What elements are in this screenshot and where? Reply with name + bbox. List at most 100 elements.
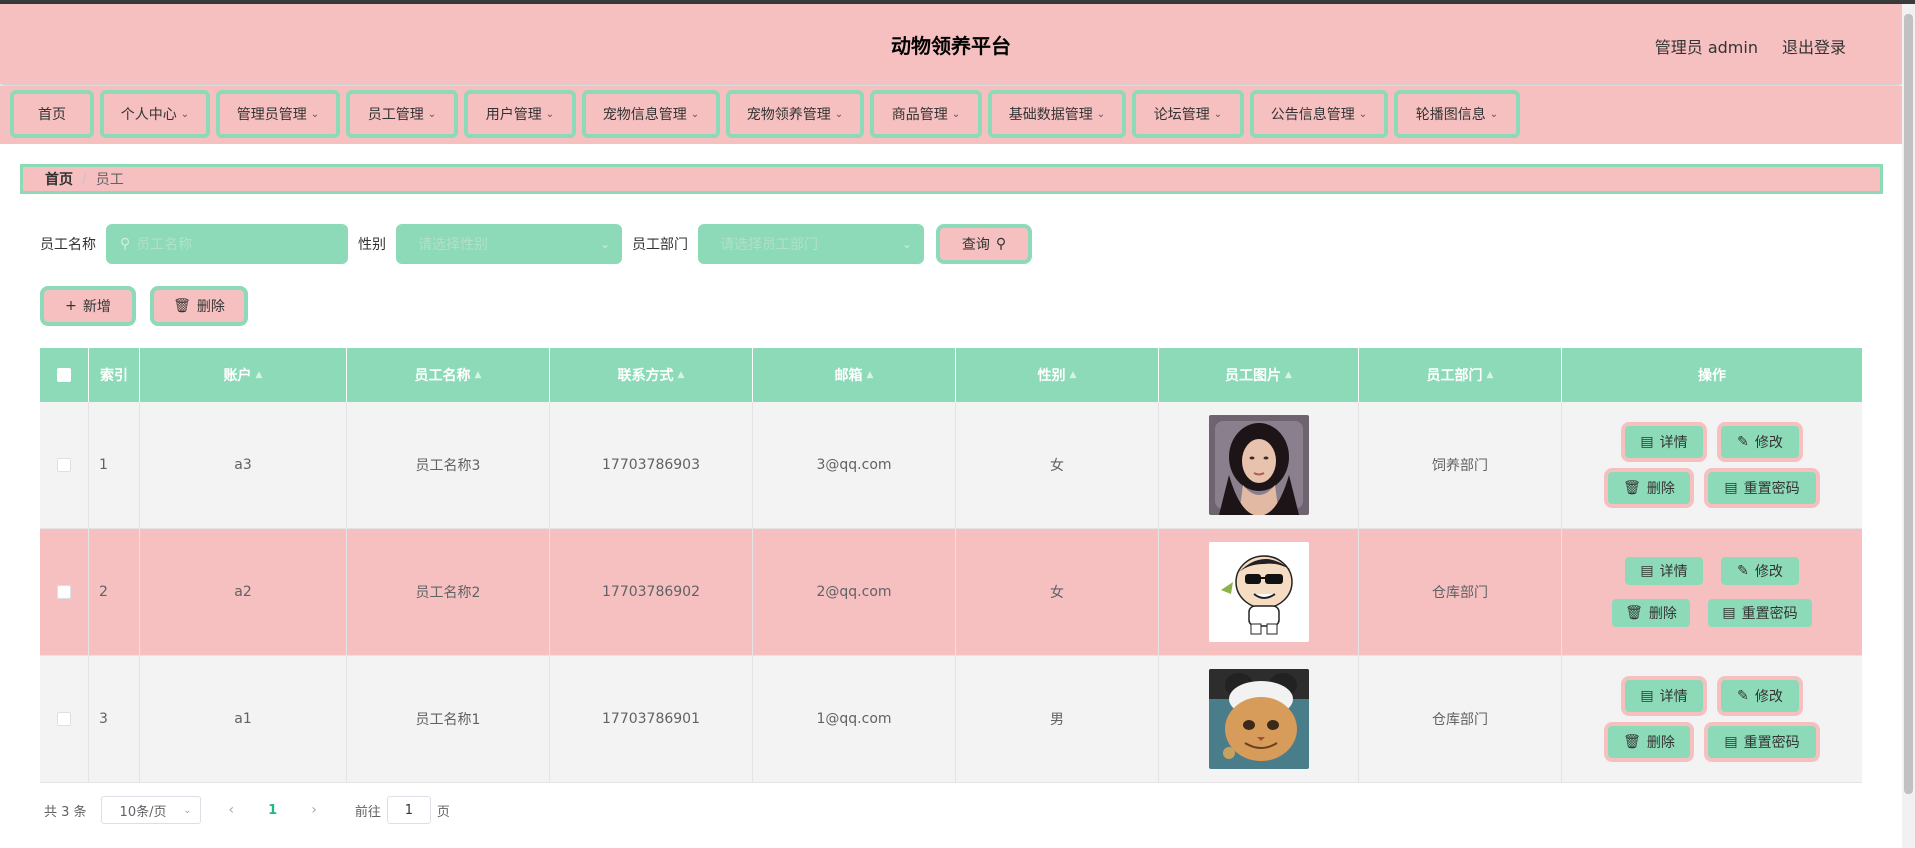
col-label: 员工部门 bbox=[1426, 368, 1483, 384]
row-checkbox[interactable] bbox=[57, 585, 71, 599]
detail-label: 详情 bbox=[1659, 435, 1688, 451]
nav-staff-management[interactable]: 员工管理 ⌄ bbox=[346, 90, 458, 138]
staff-photo-woman[interactable] bbox=[1208, 415, 1309, 515]
row-checkbox[interactable] bbox=[57, 712, 71, 726]
nav-personal-center[interactable]: 个人中心 ⌄ bbox=[100, 90, 210, 138]
col-staff-image[interactable]: 员工图片 ▲ bbox=[1159, 348, 1359, 402]
goto-page-input[interactable]: 1 bbox=[386, 796, 431, 824]
chevron-down-icon: ⌄ bbox=[901, 237, 912, 251]
delete-label: 删除 bbox=[1646, 735, 1675, 751]
nav-pet-info-management[interactable]: 宠物信息管理 ⌄ bbox=[582, 90, 720, 138]
delete-label: 删除 bbox=[196, 299, 225, 315]
edit-button[interactable]: ✎ 修改 bbox=[1717, 676, 1803, 716]
delete-button[interactable]: 🗑 删除 bbox=[1604, 468, 1694, 508]
page-size-value: 10条/页 bbox=[119, 804, 167, 820]
chevron-down-icon: ⌄ bbox=[834, 108, 844, 120]
bulk-delete-button[interactable]: 🗑 删除 bbox=[150, 286, 248, 326]
reset-password-button[interactable]: ▤ 重置密码 bbox=[1704, 595, 1816, 631]
edit-label: 修改 bbox=[1754, 435, 1783, 451]
cell-operations: ▤ 详情 ✎ 修改 🗑 删除 ▤ 重置密码 bbox=[1562, 656, 1862, 782]
delete-button[interactable]: 🗑 删除 bbox=[1608, 595, 1694, 631]
chevron-down-icon: ⌄ bbox=[1358, 108, 1368, 120]
next-page-icon[interactable]: › bbox=[311, 802, 317, 818]
logout-link[interactable]: 退出登录 bbox=[1782, 34, 1846, 58]
page-size-select[interactable]: 10条/页 ⌄ bbox=[100, 796, 201, 824]
reset-password-button[interactable]: ▤ 重置密码 bbox=[1704, 722, 1820, 762]
cell-email: 1@qq.com bbox=[753, 656, 956, 782]
row-checkbox[interactable] bbox=[57, 458, 71, 472]
reset-password-button[interactable]: ▤ 重置密码 bbox=[1704, 468, 1820, 508]
col-gender[interactable]: 性别 ▲ bbox=[956, 348, 1159, 402]
cell-account: a3 bbox=[140, 402, 347, 528]
chevron-down-icon: ⌄ bbox=[545, 108, 555, 120]
detail-button[interactable]: ▤ 详情 bbox=[1621, 422, 1707, 462]
app-header: 动物领养平台 管理员 admin 退出登录 bbox=[0, 4, 1902, 84]
cell-staff-image bbox=[1159, 529, 1359, 655]
sort-icon: ▲ bbox=[1486, 370, 1494, 380]
page-number[interactable]: 1 bbox=[268, 803, 277, 818]
col-staff-name[interactable]: 员工名称 ▲ bbox=[347, 348, 550, 402]
col-account[interactable]: 账户 ▲ bbox=[140, 348, 347, 402]
col-index: 索引 bbox=[89, 348, 140, 402]
breadcrumb-home[interactable]: 首页 bbox=[45, 169, 73, 189]
cell-staff-name: 员工名称1 bbox=[347, 656, 550, 782]
page-scrollbar[interactable] bbox=[1902, 4, 1915, 848]
row-select-cell bbox=[40, 402, 89, 528]
edit-label: 修改 bbox=[1754, 689, 1783, 705]
edit-label: 修改 bbox=[1754, 564, 1783, 580]
breadcrumb-current: 员工 bbox=[95, 172, 124, 188]
row-actions: ▤ 详情 ✎ 修改 🗑 删除 ▤ 重置密码 bbox=[1608, 553, 1816, 631]
gender-select[interactable]: 请选择性别 ⌄ bbox=[396, 224, 622, 264]
query-button[interactable]: 查询 ⚲ bbox=[936, 224, 1032, 264]
nav-label: 宠物领养管理 bbox=[746, 107, 831, 123]
add-button[interactable]: + 新增 bbox=[40, 286, 136, 326]
chevron-down-icon: ⌄ bbox=[1213, 108, 1223, 120]
nav-notice-management[interactable]: 公告信息管理 ⌄ bbox=[1250, 90, 1388, 138]
reset-label: 重置密码 bbox=[1741, 606, 1798, 622]
edit-button[interactable]: ✎ 修改 bbox=[1717, 553, 1803, 589]
cell-staff-image bbox=[1159, 402, 1359, 528]
prev-page-icon[interactable]: ‹ bbox=[229, 802, 235, 818]
search-icon: ⚲ bbox=[995, 236, 1007, 252]
department-select[interactable]: 请选择员工部门 ⌄ bbox=[698, 224, 924, 264]
nav-label: 个人中心 bbox=[120, 107, 177, 123]
select-all-cell bbox=[40, 348, 89, 402]
col-department[interactable]: 员工部门 ▲ bbox=[1359, 348, 1562, 402]
row-actions: ▤ 详情 ✎ 修改 🗑 删除 ▤ 重置密码 bbox=[1604, 676, 1820, 762]
row-actions-top: ▤ 详情 ✎ 修改 bbox=[1621, 422, 1803, 462]
nav-label: 宠物信息管理 bbox=[602, 107, 687, 123]
staff-photo-cartoon[interactable] bbox=[1208, 542, 1309, 642]
nav-label: 公告信息管理 bbox=[1270, 107, 1355, 123]
detail-button[interactable]: ▤ 详情 bbox=[1621, 553, 1707, 589]
nav-user-management[interactable]: 用户管理 ⌄ bbox=[464, 90, 576, 138]
cell-department: 仓库部门 bbox=[1359, 656, 1562, 782]
app-title: 动物领养平台 bbox=[891, 34, 1011, 58]
detail-button[interactable]: ▤ 详情 bbox=[1621, 676, 1707, 716]
select-all-checkbox[interactable] bbox=[57, 368, 71, 382]
document-icon: ▤ bbox=[1640, 688, 1654, 704]
trash-icon: 🗑 bbox=[1623, 734, 1641, 750]
edit-button[interactable]: ✎ 修改 bbox=[1717, 422, 1803, 462]
cell-phone: 17703786901 bbox=[550, 656, 753, 782]
staff-name-input[interactable]: ⚲ 员工名称 bbox=[106, 224, 348, 264]
cartoon-boy-image bbox=[1208, 542, 1309, 642]
delete-button[interactable]: 🗑 删除 bbox=[1604, 722, 1694, 762]
scrollbar-thumb[interactable] bbox=[1904, 14, 1913, 794]
staff-photo-cat[interactable] bbox=[1208, 669, 1309, 769]
nav-forum-management[interactable]: 论坛管理 ⌄ bbox=[1132, 90, 1244, 138]
nav-home[interactable]: 首页 bbox=[10, 90, 94, 138]
cell-operations: ▤ 详情 ✎ 修改 🗑 删除 ▤ 重置密码 bbox=[1562, 529, 1862, 655]
nav-label: 基础数据管理 bbox=[1008, 107, 1093, 123]
nav-admin-management[interactable]: 管理员管理 ⌄ bbox=[216, 90, 340, 138]
cell-department: 仓库部门 bbox=[1359, 529, 1562, 655]
nav-label: 轮播图信息 bbox=[1415, 107, 1486, 123]
nav-goods-management[interactable]: 商品管理 ⌄ bbox=[870, 90, 982, 138]
chevron-down-icon: ⌄ bbox=[427, 108, 437, 120]
col-phone[interactable]: 联系方式 ▲ bbox=[550, 348, 753, 402]
nav-carousel-info[interactable]: 轮播图信息 ⌄ bbox=[1394, 90, 1520, 138]
col-email[interactable]: 邮箱 ▲ bbox=[753, 348, 956, 402]
chevron-down-icon: ⌄ bbox=[690, 108, 700, 120]
nav-base-data-management[interactable]: 基础数据管理 ⌄ bbox=[988, 90, 1126, 138]
nav-pet-adoption-management[interactable]: 宠物领养管理 ⌄ bbox=[726, 90, 864, 138]
col-label: 员工名称 bbox=[414, 368, 471, 384]
